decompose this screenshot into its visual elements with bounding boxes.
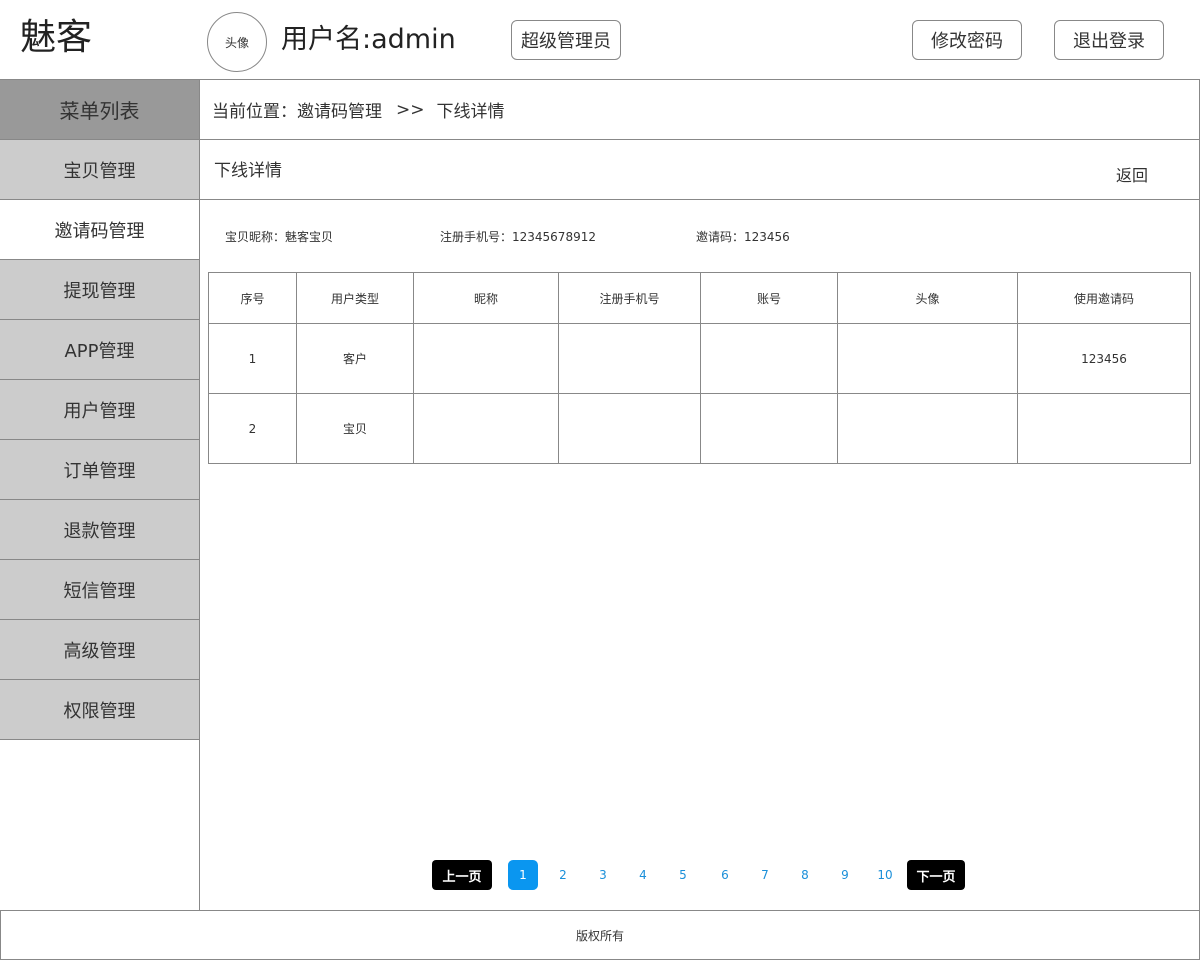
- page-link-5[interactable]: 5: [673, 860, 693, 890]
- sidebar-item-orders[interactable]: 订单管理: [0, 440, 199, 500]
- username-label: 用户名:admin: [281, 24, 456, 55]
- table-cell: 1: [208, 323, 297, 394]
- column-header: 用户类型: [296, 272, 414, 324]
- column-header: 序号: [208, 272, 297, 324]
- avatar-label: 头像: [224, 35, 249, 50]
- page-link-10[interactable]: 10: [873, 860, 897, 890]
- table-cell: [558, 393, 701, 464]
- info-nickname: 宝贝昵称：魅客宝贝: [225, 230, 334, 244]
- page-link-6[interactable]: 6: [715, 860, 735, 890]
- table-cell: 2: [208, 393, 297, 464]
- sidebar-item-permissions[interactable]: 权限管理: [0, 680, 199, 740]
- table-row: 1 客户 123456: [208, 323, 1191, 394]
- column-header: 使用邀请码: [1017, 272, 1191, 324]
- table-row: 2 宝贝: [208, 393, 1191, 464]
- page-link-8[interactable]: 8: [795, 860, 815, 890]
- page-link-7[interactable]: 7: [755, 860, 775, 890]
- page-link-2[interactable]: 2: [553, 860, 573, 890]
- page-link-1[interactable]: 1: [508, 860, 538, 890]
- page-title: 下线详情: [214, 161, 282, 181]
- sidebar-item-users[interactable]: 用户管理: [0, 380, 199, 440]
- column-header: 头像: [837, 272, 1018, 324]
- table-cell: 宝贝: [296, 393, 414, 464]
- table-cell: [837, 393, 1018, 464]
- page-link-4[interactable]: 4: [633, 860, 653, 890]
- next-page-button[interactable]: 下一页: [907, 860, 965, 890]
- copyright-text: 版权所有: [575, 929, 624, 943]
- table-cell: [413, 393, 559, 464]
- table-cell: [700, 393, 838, 464]
- logout-button[interactable]: 退出登录: [1054, 20, 1164, 60]
- sidebar-item-app[interactable]: APP管理: [0, 320, 199, 380]
- table-header-row: 序号 用户类型 昵称 注册手机号 账号 头像 使用邀请码: [208, 272, 1191, 324]
- avatar[interactable]: 头像: [207, 12, 267, 72]
- header: 魅客 头像 用户名:admin 超级管理员 修改密码 退出登录: [0, 0, 1200, 80]
- table-cell: [837, 323, 1018, 394]
- sidebar-item-refunds[interactable]: 退款管理: [0, 500, 199, 560]
- footer: 版权所有: [0, 910, 1200, 960]
- breadcrumb-current: 下线详情: [436, 102, 505, 122]
- sidebar-item-sms[interactable]: 短信管理: [0, 560, 199, 620]
- sidebar: 菜单列表 宝贝管理 邀请码管理 提现管理 APP管理 用户管理 订单管理 退款管…: [0, 80, 200, 910]
- breadcrumb-prefix[interactable]: 当前位置：邀请码管理: [212, 97, 382, 122]
- breadcrumb: 当前位置：邀请码管理 >> 下线详情: [200, 80, 1200, 140]
- table-cell: 123456: [1017, 323, 1191, 394]
- prev-page-button[interactable]: 上一页: [432, 860, 492, 890]
- breadcrumb-separator: >>: [396, 99, 425, 120]
- table-cell: [1017, 393, 1191, 464]
- table-cell: 客户: [296, 323, 414, 394]
- column-header: 注册手机号: [558, 272, 701, 324]
- back-link[interactable]: 返回: [1116, 162, 1148, 186]
- info-invite-code: 邀请码：123456: [696, 230, 790, 244]
- column-header: 账号: [700, 272, 838, 324]
- downline-table: 序号 用户类型 昵称 注册手机号 账号 头像 使用邀请码 1 客户 123456…: [208, 272, 1191, 464]
- change-password-button[interactable]: 修改密码: [912, 20, 1022, 60]
- role-button[interactable]: 超级管理员: [511, 20, 621, 60]
- table-cell: [700, 323, 838, 394]
- sidebar-item-invite-codes[interactable]: 邀请码管理: [0, 200, 199, 260]
- sidebar-title: 菜单列表: [0, 80, 199, 140]
- sidebar-item-withdrawals[interactable]: 提现管理: [0, 260, 199, 320]
- table-cell: [413, 323, 559, 394]
- subheader: 下线详情 返回: [200, 140, 1200, 200]
- table-cell: [558, 323, 701, 394]
- sidebar-item-products[interactable]: 宝贝管理: [0, 140, 199, 200]
- column-header: 昵称: [413, 272, 559, 324]
- logo: 魅客: [20, 17, 93, 58]
- info-phone: 注册手机号：12345678912: [440, 230, 596, 244]
- sidebar-item-advanced[interactable]: 高级管理: [0, 620, 199, 680]
- page-link-3[interactable]: 3: [593, 860, 613, 890]
- page-link-9[interactable]: 9: [835, 860, 855, 890]
